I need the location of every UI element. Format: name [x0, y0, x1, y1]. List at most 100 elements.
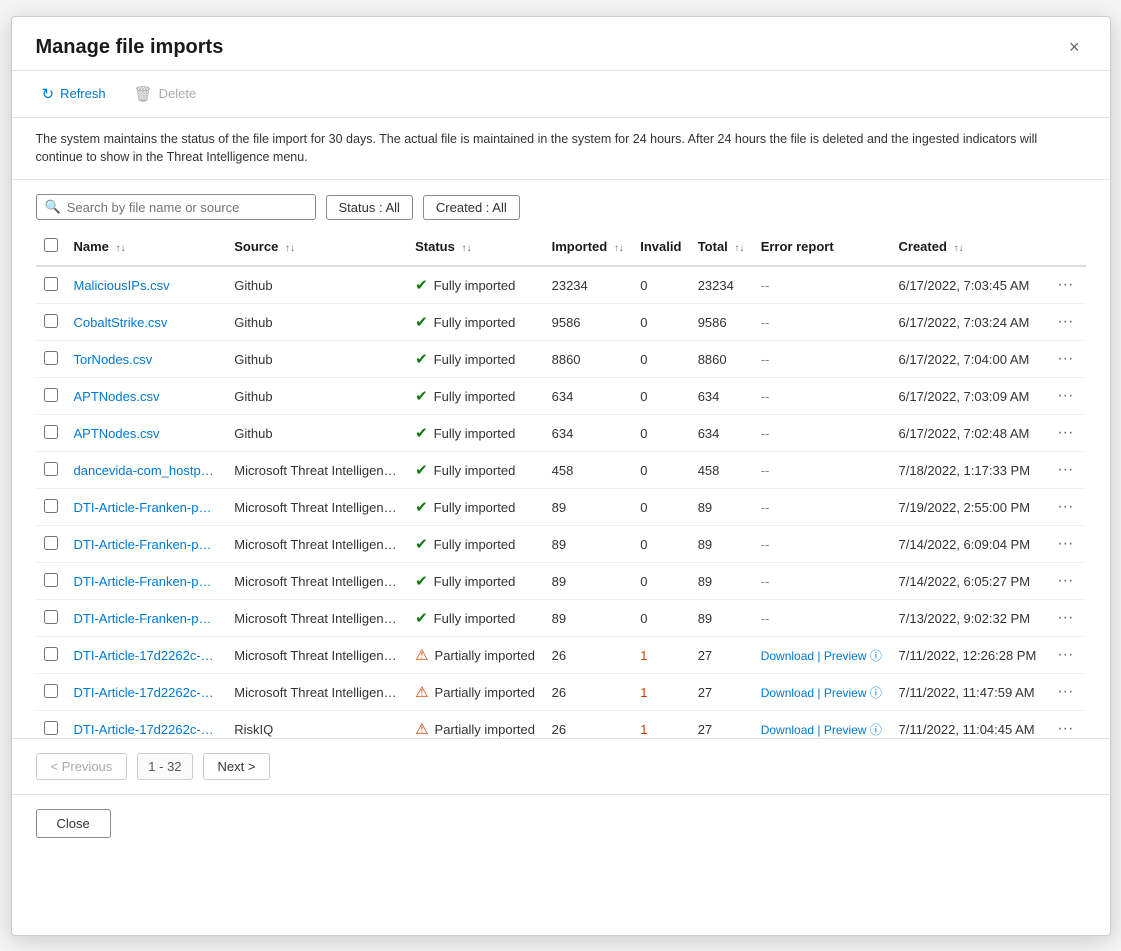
search-input[interactable] [67, 200, 307, 215]
row-name[interactable]: DTI-Article-Franken-phish.csv [66, 563, 227, 600]
row-checkbox[interactable] [44, 462, 58, 476]
row-checkbox-cell [36, 415, 66, 452]
row-checkbox[interactable] [44, 499, 58, 513]
row-status-label: Fully imported [434, 278, 516, 293]
row-menu-button[interactable]: ··· [1053, 644, 1077, 666]
row-error-report: -- [753, 415, 891, 452]
row-created: 7/18/2022, 1:17:33 PM [891, 452, 1046, 489]
search-icon: 🔍 [45, 199, 61, 215]
row-name[interactable]: dancevida-com_hostpair_sen... [66, 452, 227, 489]
status-ok-icon: ✔ [415, 350, 428, 368]
row-imported: 23234 [544, 266, 633, 304]
status-ok-icon: ✔ [415, 424, 428, 442]
row-menu-button[interactable]: ··· [1053, 459, 1077, 481]
row-checkbox[interactable] [44, 573, 58, 587]
row-created: 7/19/2022, 2:55:00 PM [891, 489, 1046, 526]
row-menu-cell: ··· [1045, 637, 1085, 674]
row-menu-button[interactable]: ··· [1053, 533, 1077, 555]
row-name[interactable]: APTNodes.csv [66, 378, 227, 415]
table-row: DTI-Article-17d2262c-1.csvRiskIQ⚠Partial… [36, 711, 1086, 739]
row-checkbox[interactable] [44, 684, 58, 698]
row-invalid: 1 [632, 637, 689, 674]
row-menu-cell: ··· [1045, 341, 1085, 378]
status-ok-icon: ✔ [415, 276, 428, 294]
refresh-button[interactable]: ↻ Refresh [36, 81, 112, 107]
select-all-checkbox[interactable] [44, 238, 58, 252]
row-checkbox-cell [36, 304, 66, 341]
manage-file-imports-dialog: Manage file imports × ↻ Refresh 🗑 Delete… [11, 16, 1111, 936]
next-button[interactable]: Next > [203, 753, 271, 780]
row-status: ✔Fully imported [407, 415, 544, 452]
row-menu-cell: ··· [1045, 674, 1085, 711]
row-menu-button[interactable]: ··· [1053, 311, 1077, 333]
row-status: ✔Fully imported [407, 526, 544, 563]
header-checkbox-cell [36, 228, 66, 266]
row-total: 89 [690, 489, 753, 526]
row-name[interactable]: DTI-Article-Franken-phish.csv [66, 489, 227, 526]
row-checkbox[interactable] [44, 610, 58, 624]
row-checkbox-cell [36, 674, 66, 711]
row-menu-button[interactable]: ··· [1053, 570, 1077, 592]
row-checkbox[interactable] [44, 536, 58, 550]
row-created: 7/11/2022, 11:04:45 AM [891, 711, 1046, 739]
row-name[interactable]: DTI-Article-17d2262c-1.csv [66, 711, 227, 739]
delete-button[interactable]: 🗑 Delete [128, 81, 203, 107]
table-row: APTNodes.csvGithub✔Fully imported6340634… [36, 378, 1086, 415]
row-checkbox[interactable] [44, 425, 58, 439]
row-status: ✔Fully imported [407, 489, 544, 526]
col-header-source: Source ↑↓ [226, 228, 407, 266]
col-header-invalid: Invalid [632, 228, 689, 266]
row-created: 7/13/2022, 9:02:32 PM [891, 600, 1046, 637]
row-status: ⚠Partially imported [407, 637, 544, 674]
search-box: 🔍 [36, 194, 316, 220]
row-status-label: Fully imported [434, 352, 516, 367]
row-name[interactable]: DTI-Article-Franken-phish.csv [66, 526, 227, 563]
table-row: DTI-Article-17d2262c-1.csvMicrosoft Thre… [36, 637, 1086, 674]
row-checkbox[interactable] [44, 388, 58, 402]
row-status: ✔Fully imported [407, 378, 544, 415]
row-name[interactable]: MaliciousIPs.csv [66, 266, 227, 304]
row-menu-button[interactable]: ··· [1053, 718, 1077, 738]
row-menu-button[interactable]: ··· [1053, 496, 1077, 518]
row-error-report: -- [753, 563, 891, 600]
previous-button[interactable]: < Previous [36, 753, 128, 780]
col-header-created: Created ↑↓ [891, 228, 1046, 266]
dialog-close-button[interactable]: × [1063, 35, 1086, 60]
status-ok-icon: ✔ [415, 461, 428, 479]
row-name[interactable]: DTI-Article-17d2262c-1.csv [66, 637, 227, 674]
row-name[interactable]: DTI-Article-17d2262c-1.csv [66, 674, 227, 711]
row-error-report[interactable]: Download | Preview ⓘ [753, 637, 891, 674]
row-menu-button[interactable]: ··· [1053, 607, 1077, 629]
row-checkbox[interactable] [44, 721, 58, 735]
row-error-report[interactable]: Download | Preview ⓘ [753, 674, 891, 711]
row-menu-button[interactable]: ··· [1053, 681, 1077, 703]
col-header-total: Total ↑↓ [690, 228, 753, 266]
row-total: 27 [690, 674, 753, 711]
row-name[interactable]: TorNodes.csv [66, 341, 227, 378]
row-checkbox[interactable] [44, 314, 58, 328]
row-source: Microsoft Threat Intelligenc... [226, 600, 407, 637]
row-menu-button[interactable]: ··· [1053, 385, 1077, 407]
row-name[interactable]: APTNodes.csv [66, 415, 227, 452]
status-ok-icon: ✔ [415, 609, 428, 627]
row-menu-cell: ··· [1045, 489, 1085, 526]
row-checkbox[interactable] [44, 277, 58, 291]
created-filter-pill[interactable]: Created : All [423, 195, 520, 220]
row-status: ✔Fully imported [407, 304, 544, 341]
row-status-label: Fully imported [434, 500, 516, 515]
col-header-error-report: Error report [753, 228, 891, 266]
table-header: Name ↑↓ Source ↑↓ Status ↑↓ Imported ↑↓ … [36, 228, 1086, 266]
row-menu-button[interactable]: ··· [1053, 422, 1077, 444]
row-checkbox[interactable] [44, 647, 58, 661]
row-error-report[interactable]: Download | Preview ⓘ [753, 711, 891, 739]
row-name[interactable]: CobaltStrike.csv [66, 304, 227, 341]
table-row: MaliciousIPs.csvGithub✔Fully imported232… [36, 266, 1086, 304]
row-status: ✔ Fully imported [407, 341, 544, 378]
footer-close-button[interactable]: Close [36, 809, 111, 838]
row-checkbox[interactable] [44, 351, 58, 365]
row-menu-button[interactable]: ··· [1053, 348, 1077, 370]
row-name[interactable]: DTI-Article-Franken-phish.csv [66, 600, 227, 637]
status-filter-pill[interactable]: Status : All [326, 195, 413, 220]
row-invalid: 0 [632, 378, 689, 415]
row-menu-button[interactable]: ··· [1053, 274, 1077, 296]
